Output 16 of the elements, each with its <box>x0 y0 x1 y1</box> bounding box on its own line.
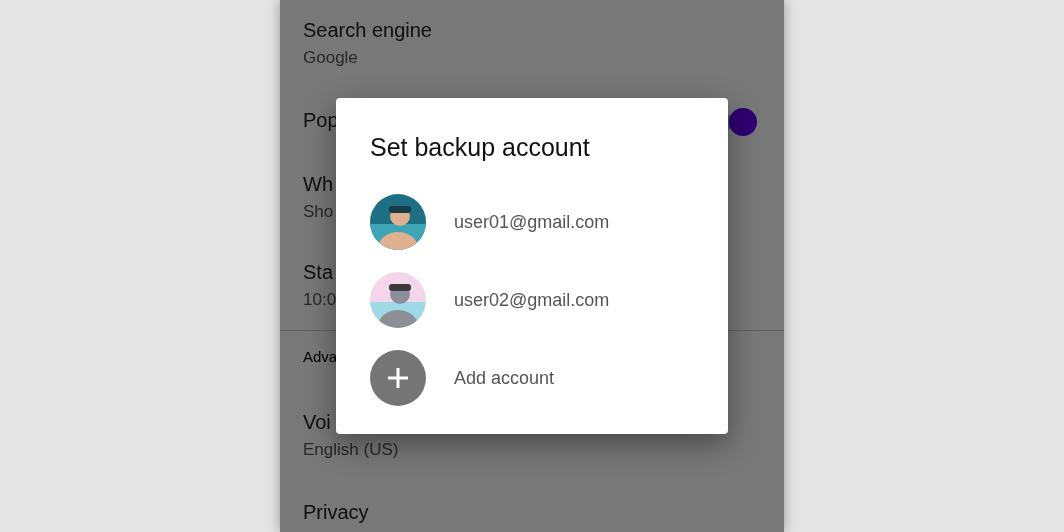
dialog-title: Set backup account <box>370 132 591 163</box>
add-account-label[interactable]: Add account <box>454 364 555 392</box>
add-icon[interactable] <box>370 350 426 406</box>
setting-value: Google <box>303 47 358 69</box>
account-email[interactable]: user01@gmail.com <box>454 208 610 236</box>
setting-title: Voi <box>303 410 331 435</box>
setting-title: Sta <box>303 260 334 285</box>
section-header: Adva <box>303 347 338 367</box>
setting-title: Privacy <box>303 500 369 525</box>
setting-title: Wh <box>303 172 333 197</box>
setting-value: Sho <box>303 201 334 223</box>
setting-value: 10:0 <box>303 289 337 311</box>
setting-value: English (US) <box>303 439 399 461</box>
switch-thumb[interactable] <box>729 108 757 136</box>
setting-title: Search engine <box>303 18 432 43</box>
account-email[interactable]: user02@gmail.com <box>454 286 610 314</box>
